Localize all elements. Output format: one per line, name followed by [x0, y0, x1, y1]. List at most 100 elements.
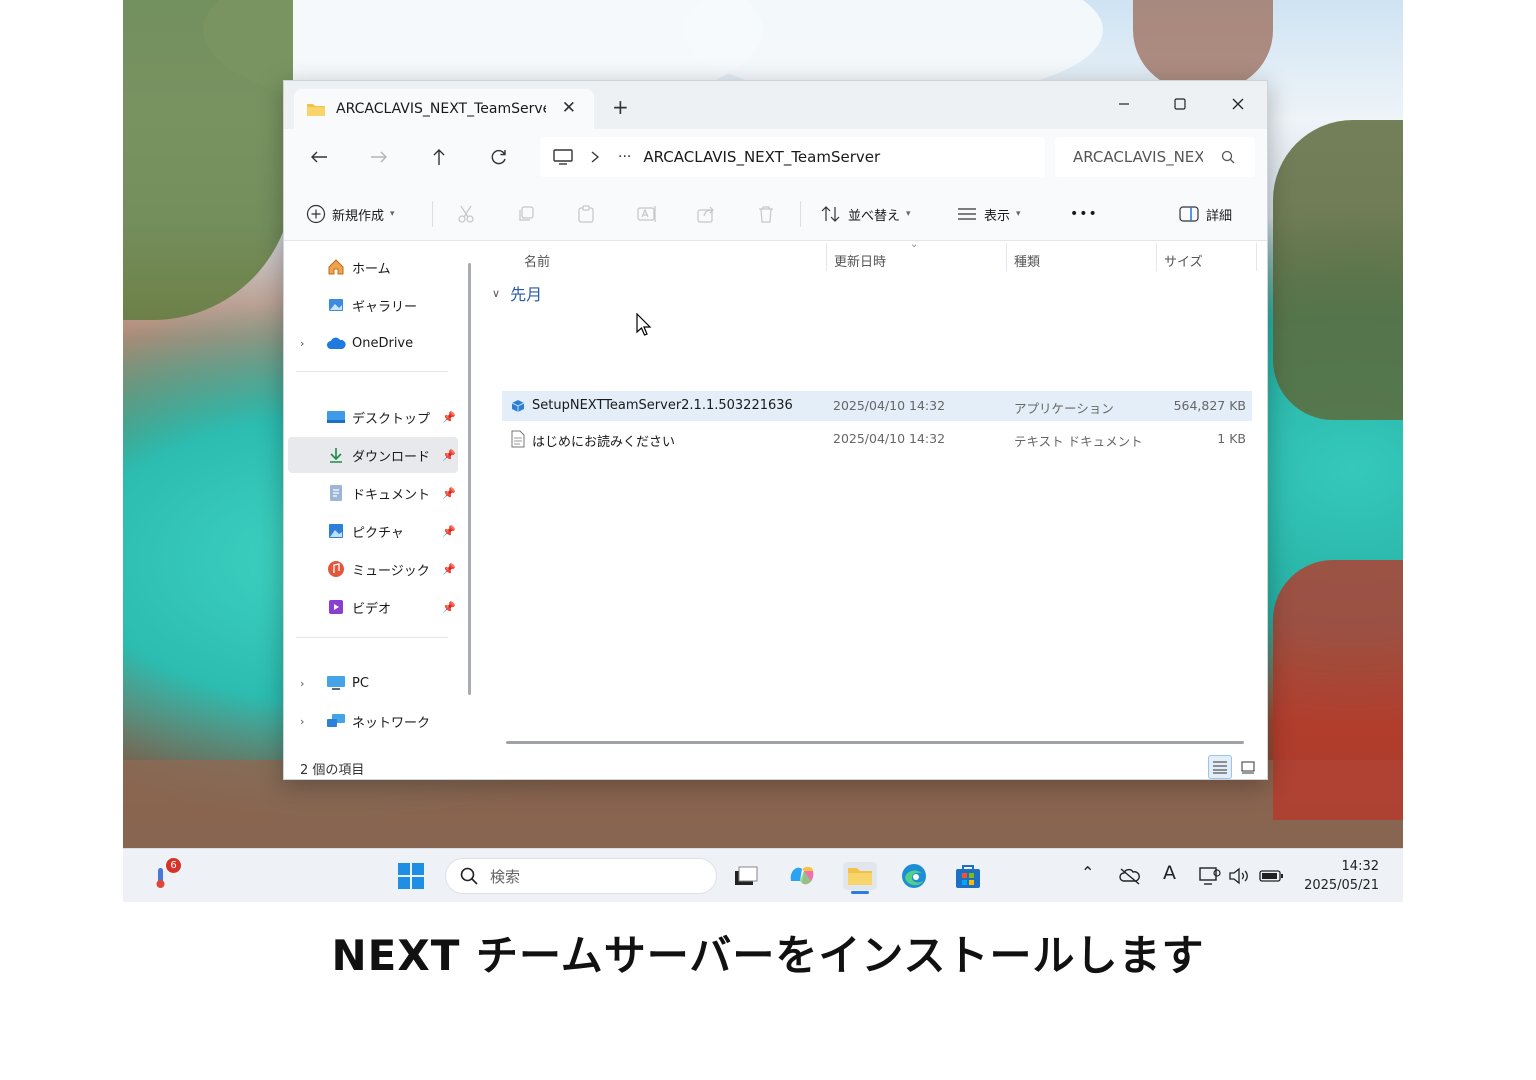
- table-row[interactable]: SetupNEXTTeamServer2.1.1.503221636 2025/…: [502, 391, 1252, 421]
- copy-icon: [519, 206, 534, 221]
- sidebar-item-onedrive[interactable]: › OneDrive: [288, 325, 458, 361]
- ime-indicator[interactable]: A: [1163, 862, 1176, 884]
- minimize-button[interactable]: [1102, 89, 1146, 119]
- path-overflow[interactable]: ···: [618, 149, 631, 165]
- network-status-button[interactable]: [1195, 862, 1225, 890]
- sidebar-item-label: PC: [352, 675, 369, 691]
- rename-button[interactable]: [636, 201, 658, 227]
- desktop-folder-icon: [326, 407, 346, 427]
- cut-button[interactable]: [456, 201, 476, 227]
- battery-icon: [1259, 870, 1283, 882]
- column-header-type[interactable]: 種類: [1014, 247, 1040, 273]
- new-button[interactable]: 新規作成 ▾: [306, 201, 395, 227]
- back-button[interactable]: [304, 143, 334, 171]
- music-icon: [326, 559, 346, 579]
- copilot-button[interactable]: [787, 862, 817, 890]
- details-view-button[interactable]: [1208, 755, 1232, 779]
- pin-icon[interactable]: 📌: [442, 449, 456, 462]
- forward-button[interactable]: [364, 143, 394, 171]
- edge-button[interactable]: [899, 862, 929, 890]
- tray-cloud-button[interactable]: [1115, 862, 1145, 890]
- clock-time: 14:32: [1341, 859, 1379, 874]
- pin-icon[interactable]: 📌: [442, 563, 456, 576]
- column-divider[interactable]: [1006, 243, 1007, 271]
- trash-icon: [759, 206, 773, 223]
- mouse-cursor-icon: [636, 313, 652, 336]
- volume-button[interactable]: [1225, 862, 1255, 890]
- taskbar-search-input[interactable]: 検索: [445, 858, 717, 894]
- command-bar: 新規作成 ▾ 並べ替え ▾ 表示 ▾ ••• 詳細: [284, 185, 1267, 241]
- group-label: 先月: [510, 285, 543, 304]
- view-button[interactable]: 表示 ▾: [956, 201, 1021, 227]
- sidebar-item-network[interactable]: › ネットワーク: [288, 703, 458, 739]
- chevron-down-icon: ▾: [906, 209, 911, 219]
- column-divider[interactable]: [826, 243, 827, 271]
- chevron-right-icon[interactable]: ›: [300, 337, 304, 350]
- close-button[interactable]: [1216, 89, 1260, 119]
- tiles-view-button[interactable]: [1236, 755, 1260, 779]
- sidebar-item-desktop[interactable]: デスクトップ 📌: [288, 399, 458, 435]
- search-input[interactable]: ARCACLAVIS_NEXT_TeamServer: [1055, 137, 1255, 177]
- file-date: 2025/04/10 14:32: [833, 398, 946, 413]
- sidebar-item-home[interactable]: ホーム: [288, 249, 458, 285]
- taskbar-clock[interactable]: 14:32 2025/05/21: [1304, 857, 1379, 895]
- sort-chevron-icon: ⌄: [910, 239, 919, 250]
- path-text: ARCACLAVIS_NEXT_TeamServer: [643, 148, 881, 166]
- home-icon: [326, 257, 346, 277]
- column-divider[interactable]: [1156, 243, 1157, 271]
- chevron-right-icon[interactable]: ›: [300, 677, 304, 690]
- chevron-up-icon[interactable]: ⌃: [1081, 863, 1094, 882]
- sidebar-item-music[interactable]: ミュージック 📌: [288, 551, 458, 587]
- store-button[interactable]: [953, 862, 983, 890]
- sidebar-item-pictures[interactable]: ピクチャ 📌: [288, 513, 458, 549]
- sort-button[interactable]: 並べ替え ▾: [820, 201, 911, 227]
- weather-widget[interactable]: 6: [149, 858, 181, 890]
- copy-button[interactable]: [516, 201, 536, 227]
- up-arrow-icon: [433, 149, 445, 165]
- divider: [296, 371, 448, 372]
- sidebar-item-pc[interactable]: › PC: [288, 665, 458, 701]
- delete-button[interactable]: [756, 201, 776, 227]
- pin-icon[interactable]: 📌: [442, 525, 456, 538]
- task-view-button[interactable]: [731, 862, 761, 890]
- address-field[interactable]: ··· ARCACLAVIS_NEXT_TeamServer: [540, 137, 1045, 177]
- video-icon: [326, 597, 346, 617]
- column-header-date[interactable]: 更新日時: [834, 247, 886, 273]
- group-header[interactable]: ∨ 先月: [492, 281, 542, 305]
- pin-icon[interactable]: 📌: [442, 601, 456, 614]
- new-tab-button[interactable]: +: [612, 95, 629, 119]
- pin-icon[interactable]: 📌: [442, 487, 456, 500]
- pin-icon[interactable]: 📌: [442, 411, 456, 424]
- sidebar-item-gallery[interactable]: ギャラリー: [288, 287, 458, 323]
- paste-button[interactable]: [576, 201, 596, 227]
- battery-button[interactable]: [1257, 862, 1287, 890]
- share-button[interactable]: [696, 201, 716, 227]
- refresh-button[interactable]: [484, 143, 514, 171]
- maximize-button[interactable]: [1158, 89, 1202, 119]
- sidebar-item-downloads[interactable]: ダウンロード 📌: [288, 437, 458, 473]
- column-divider[interactable]: [1256, 243, 1257, 271]
- chevron-right-icon[interactable]: ›: [300, 715, 304, 728]
- more-options-button[interactable]: •••: [1070, 201, 1098, 227]
- table-row[interactable]: はじめにお読みください 2025/04/10 14:32 テキスト ドキュメント…: [502, 424, 1252, 454]
- sidebar-item-videos[interactable]: ビデオ 📌: [288, 589, 458, 625]
- file-date: 2025/04/10 14:32: [833, 431, 946, 446]
- tab-arcaclavis[interactable]: ARCACLAVIS_NEXT_TeamServer ✕: [294, 89, 594, 129]
- column-header-size[interactable]: サイズ: [1164, 247, 1203, 273]
- horizontal-scrollbar[interactable]: [506, 741, 1244, 744]
- search-icon: [1221, 150, 1235, 164]
- details-pane-button[interactable]: 詳細: [1178, 201, 1232, 227]
- list-view-icon: [958, 208, 976, 220]
- start-button[interactable]: [396, 862, 426, 890]
- refresh-icon: [491, 149, 506, 165]
- file-explorer-taskbar-button[interactable]: [843, 862, 877, 894]
- edge-browser-icon: [902, 864, 926, 888]
- column-header-name[interactable]: 名前: [524, 247, 550, 273]
- copilot-icon: [790, 866, 814, 885]
- up-button[interactable]: [424, 143, 454, 171]
- sidebar-scrollbar[interactable]: [468, 263, 471, 695]
- tab-close-icon[interactable]: ✕: [562, 98, 576, 118]
- sidebar-item-documents[interactable]: ドキュメント 📌: [288, 475, 458, 511]
- store-icon: [956, 865, 980, 888]
- title-bar: ARCACLAVIS_NEXT_TeamServer ✕ +: [284, 81, 1267, 129]
